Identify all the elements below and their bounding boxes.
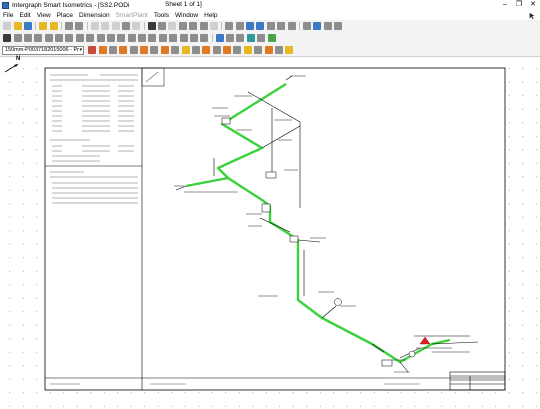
sheet-border [44, 67, 506, 391]
isometric-drawing [44, 67, 506, 391]
